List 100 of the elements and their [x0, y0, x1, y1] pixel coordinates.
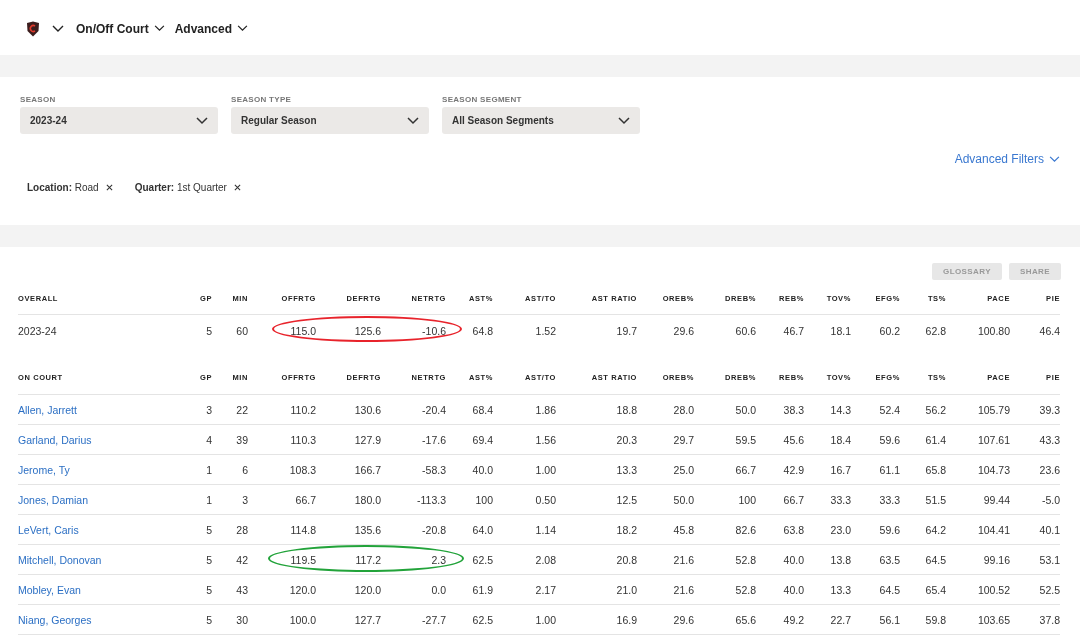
table-cell-text: 127.7 [353, 613, 381, 626]
table-cell-text: 29.6 [672, 613, 694, 626]
table-cell-text: 5 [205, 613, 212, 626]
nav-menu[interactable]: Advanced [174, 21, 248, 36]
table-cell-text: 1.00 [534, 463, 556, 476]
table-cell-text: 46.7 [782, 324, 804, 337]
table-cell-text: 61.9 [471, 583, 493, 596]
table-cell-text: -20.8 [421, 523, 446, 536]
table-cell-text: 18.4 [829, 433, 851, 446]
advanced-filters-link[interactable]: Advanced Filters [954, 152, 1060, 166]
season-select[interactable]: All Season Segments [442, 107, 640, 134]
table-cell-text: 120.0 [353, 583, 381, 596]
table-cell-text: 100.0 [288, 613, 316, 626]
table-cell-text: 61.1 [878, 463, 900, 476]
player-link[interactable]: Mitchell, Donovan [18, 553, 190, 566]
table-cell-text: 60.2 [878, 324, 900, 337]
table-cell-text: -5.0 [1040, 493, 1060, 506]
table-cell-text: 20.3 [615, 433, 637, 446]
table-cell-text: 28.0 [672, 403, 694, 416]
table-cell-text: 51.5 [924, 493, 946, 506]
table-cell-text: 18.2 [615, 523, 637, 536]
table-cell-text: 2.3 [430, 553, 446, 566]
table-cell-text: 29.7 [672, 433, 694, 446]
table-cell-text: 60.6 [734, 324, 756, 337]
table-cell-text: 1.86 [534, 403, 556, 416]
table-cell-text: 13.3 [829, 583, 851, 596]
table-cell-text: 3 [241, 493, 248, 506]
nav-menu[interactable]: On/Off Court [76, 21, 165, 36]
table-cell-text: 14.3 [829, 403, 851, 416]
table-cell-text: 64.0 [471, 523, 493, 536]
chevron-down-icon[interactable] [52, 24, 64, 33]
table-cell-text: 65.8 [924, 463, 946, 476]
chevron-down-icon [407, 116, 419, 125]
table-cell-text: 25.0 [672, 463, 694, 476]
table-cell-text: 50.0 [672, 493, 694, 506]
table-cell-text: 40.0 [782, 553, 804, 566]
table-cell-text: 4 [205, 433, 212, 446]
table-cell-text: 66.7 [734, 463, 756, 476]
season-select[interactable]: Regular Season [231, 107, 429, 134]
player-link[interactable]: Mobley, Evan [18, 583, 190, 596]
player-link[interactable]: Jones, Damian [18, 493, 190, 506]
table-cell-text: 21.6 [672, 583, 694, 596]
table-cell-text: 64.5 [878, 583, 900, 596]
table-cell-text: 6 [241, 463, 248, 476]
table-cell-text: 104.41 [976, 523, 1010, 536]
table-cell-text: 62.8 [924, 324, 946, 337]
table-cell-text: 52.8 [734, 583, 756, 596]
player-link[interactable]: Garland, Darius [18, 433, 190, 446]
table-cell-text: 43.3 [1038, 433, 1060, 446]
team-logo-icon[interactable] [26, 20, 40, 37]
table-cell-text: 65.6 [734, 613, 756, 626]
select-label: SEASON TYPE [231, 95, 293, 104]
table-cell-text: 40.0 [471, 463, 493, 476]
table-cell-text: 22.7 [829, 613, 851, 626]
table-cell-text: 43 [235, 583, 248, 596]
chevron-down-icon [618, 116, 630, 125]
table-cell-text: 59.6 [878, 523, 900, 536]
table-cell-text: 117.2 [354, 553, 381, 566]
close-icon[interactable] [233, 184, 241, 191]
table-cell-text: 13.3 [615, 463, 637, 476]
table-cell-text: 2023-24 [18, 324, 58, 337]
table-cell-text: 130.6 [353, 403, 381, 416]
table-cell-text: 100.80 [976, 324, 1010, 337]
table-cell-text: 110.2 [289, 403, 316, 416]
player-link[interactable]: LeVert, Caris [18, 523, 190, 536]
table-cell-text: 62.5 [471, 613, 493, 626]
table-cell-text: 69.4 [471, 433, 493, 446]
table-cell-text: 21.0 [615, 583, 637, 596]
table-cell-text: 18.8 [615, 403, 637, 416]
table-cell-text: 2.08 [534, 553, 556, 566]
table-cell-text: 68.4 [471, 403, 493, 416]
table-cell-text: 63.8 [782, 523, 804, 536]
chevron-down-icon [1049, 155, 1060, 163]
table-cell-text: 39.3 [1038, 403, 1060, 416]
table-cell-text: 52.4 [878, 403, 900, 416]
player-link[interactable]: Allen, Jarrett [18, 403, 190, 416]
table-cell-text: 108.3 [288, 463, 316, 476]
table-cell-text: 100 [737, 493, 756, 506]
table-cell-text: 66.7 [294, 493, 316, 506]
player-link[interactable]: Niang, Georges [18, 613, 190, 626]
table-cell-text: 110.3 [289, 433, 316, 446]
table-cell-text: 59.6 [878, 433, 900, 446]
table-cell-text: 49.2 [782, 613, 804, 626]
table-cell-text: 40.0 [782, 583, 804, 596]
table-cell-text: 1.56 [534, 433, 556, 446]
table-cell-text: -10.6 [421, 324, 446, 337]
table-cell-text: 60 [235, 324, 248, 337]
table-cell-text: 59.8 [924, 613, 946, 626]
table-cell-text: 114.8 [289, 523, 316, 536]
player-link[interactable]: Jerome, Ty [18, 463, 190, 476]
table-cell-text: 59.5 [734, 433, 756, 446]
table-cell-text: 1.14 [534, 523, 556, 536]
season-select[interactable]: 2023-24 [20, 107, 218, 134]
table-cell-text: 107.61 [976, 433, 1010, 446]
table-cell-text: 166.7 [353, 463, 381, 476]
table-cell-text: 82.6 [734, 523, 756, 536]
close-icon[interactable] [105, 184, 113, 191]
table-cell-text: 0.0 [430, 583, 446, 596]
table-cell-text: 52.8 [734, 553, 756, 566]
table-cell-text: 33.3 [829, 493, 851, 506]
